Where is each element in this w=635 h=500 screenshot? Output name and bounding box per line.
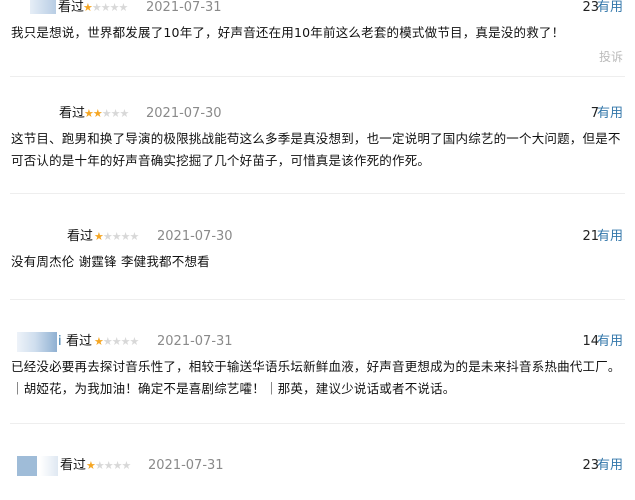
rating-stars: ★★★★★ (86, 458, 131, 474)
comment-meta: i 看过 ★★★★★ 2021-07-31 14 有用 (0, 332, 635, 352)
avatar[interactable] (17, 332, 57, 352)
divider (10, 423, 625, 424)
useful-button[interactable]: 有用 (597, 0, 623, 16)
useful-button[interactable]: 有用 (597, 334, 623, 350)
star-icon: ★★★★ (94, 459, 131, 472)
avatar[interactable] (48, 106, 58, 122)
avatar-fade (40, 456, 58, 476)
star-icon: ★★★ (101, 107, 130, 120)
comment-text: 这节目、跑男和换了导演的极限挑战能苟这么多季是真没想到，也一定说明了国内综艺的一… (11, 131, 621, 168)
comment-text: 我只是想说，世界都发展了10年了，好声音还在用10年前这么老套的模式做节目，真是… (11, 25, 565, 40)
user-status: 看过 (59, 106, 86, 121)
rating-stars: ★★★★★ (83, 0, 128, 16)
user-status: 看过 (67, 229, 94, 244)
comment-date: 2021-07-31 (146, 0, 222, 15)
useful-button[interactable]: 有用 (597, 106, 623, 122)
star-icon: ★ (83, 1, 93, 14)
star-icon: ★★ (84, 107, 103, 120)
star-icon: ★★★★ (91, 1, 128, 14)
comment-text: 已经没必要再去探讨音乐性了，相较于输送华语乐坛新鲜血液，好声音更想成为的是未来抖… (11, 359, 621, 396)
rating-stars: ★★★★★ (84, 106, 130, 122)
comment-date: 2021-07-31 (148, 458, 224, 473)
avatar[interactable] (58, 229, 66, 245)
user-status: 看过 (58, 0, 85, 15)
divider (10, 193, 625, 194)
comment-text: 没有周杰伦 谢霆锋 李健我都不想看 (11, 254, 210, 269)
comment-meta: 看过 ★★★★★ 2021-07-30 7 有用 (0, 106, 635, 122)
rating-stars: ★★★★★ (94, 334, 139, 350)
user-status: 看过 (66, 334, 93, 349)
star-icon: ★ (94, 230, 104, 243)
star-icon: ★ (86, 459, 96, 472)
useful-button[interactable]: 有用 (597, 458, 623, 474)
star-icon: ★★★★ (102, 335, 139, 348)
useful-button[interactable]: 有用 (597, 229, 623, 245)
user-name[interactable]: i (58, 334, 62, 350)
avatar[interactable] (30, 0, 56, 14)
star-icon: ★★★★ (102, 230, 139, 243)
comment-meta: 看过 ★★★★★ 2021-07-30 21 有用 (0, 229, 635, 245)
comment-date: 2021-07-31 (157, 334, 233, 349)
comment-meta: 看过 ★★★★★ 2021-07-31 23 有用 (0, 456, 635, 476)
divider (10, 299, 625, 300)
star-icon: ★ (94, 335, 104, 348)
comment-date: 2021-07-30 (157, 229, 233, 244)
avatar[interactable] (17, 456, 37, 476)
divider (10, 76, 625, 77)
comment-meta: 看过 ★★★★★ 2021-07-31 23 有用 (0, 0, 635, 16)
user-status: 看过 (60, 458, 87, 473)
report-link[interactable]: 投诉 (599, 48, 623, 65)
comment-date: 2021-07-30 (146, 106, 222, 121)
rating-stars: ★★★★★ (94, 229, 139, 245)
